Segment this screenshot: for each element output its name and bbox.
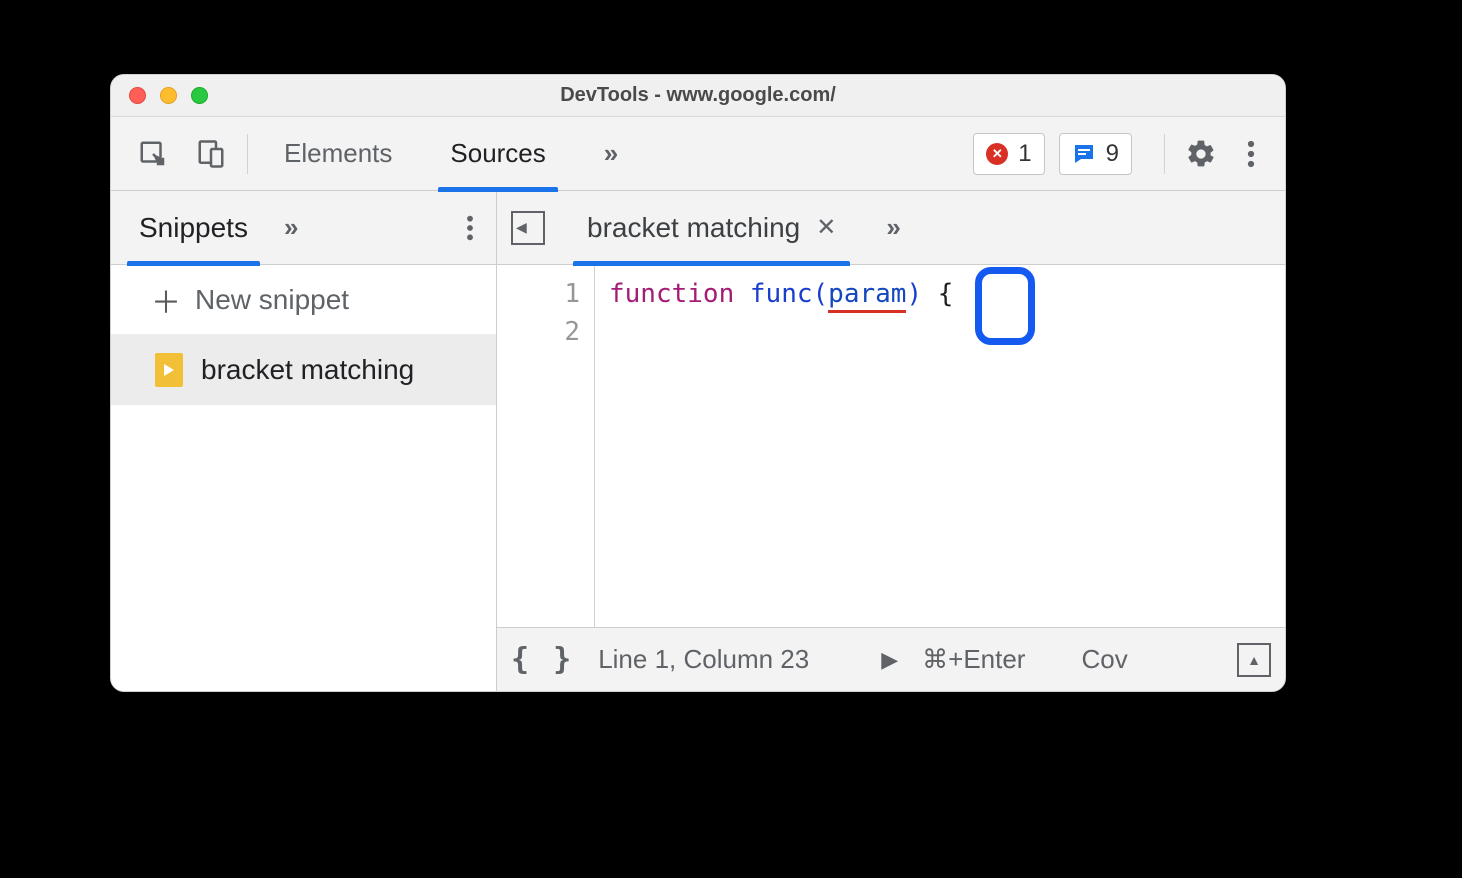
settings-icon[interactable] — [1183, 136, 1219, 172]
file-tab-label: bracket matching — [587, 212, 800, 244]
device-toolbar-icon[interactable] — [193, 136, 229, 172]
code-editor[interactable]: 1 2 function func(param) { — [497, 265, 1285, 627]
code-keyword: function — [609, 279, 734, 309]
devtools-window: DevTools - www.google.com/ Elements Sour… — [110, 74, 1286, 692]
line-number: 1 — [497, 275, 594, 313]
sidebar-tabs: Snippets » — [111, 191, 496, 265]
sidebar-more-icon[interactable] — [452, 210, 488, 246]
snippet-file-icon — [155, 353, 183, 387]
statusbar: { } Line 1, Column 23 ▶ ⌘+Enter Cov — [497, 627, 1285, 691]
titlebar: DevTools - www.google.com/ — [111, 75, 1285, 117]
code-brace: { — [938, 279, 954, 309]
errors-count: 1 — [1018, 140, 1031, 168]
main-toolbar: Elements Sources » 1 9 — [111, 117, 1285, 191]
file-tabs: bracket matching ✕ » — [497, 191, 1285, 265]
error-icon — [986, 143, 1008, 165]
snippet-item[interactable]: bracket matching — [111, 335, 496, 405]
run-shortcut: ⌘+Enter — [922, 644, 1025, 675]
close-tab-icon[interactable]: ✕ — [816, 213, 836, 242]
tab-sources[interactable]: Sources — [438, 117, 557, 191]
tabs-overflow[interactable]: » — [592, 117, 630, 191]
code-func-name: func — [750, 279, 813, 309]
toolbar-divider — [247, 134, 248, 174]
code-open-paren: ( — [813, 279, 829, 309]
show-drawer-icon[interactable] — [1237, 643, 1271, 677]
bracket-highlight — [975, 267, 1035, 345]
window-title: DevTools - www.google.com/ — [111, 84, 1285, 107]
snippet-item-label: bracket matching — [201, 354, 414, 386]
sidebar-tabs-overflow[interactable]: » — [284, 212, 298, 243]
file-tabs-overflow[interactable]: » — [886, 212, 900, 243]
zoom-window-button[interactable] — [191, 87, 208, 104]
plus-icon: ＋ — [151, 278, 181, 322]
message-icon — [1072, 142, 1096, 166]
code-param: param — [828, 279, 906, 313]
messages-count: 9 — [1106, 140, 1119, 168]
line-number: 2 — [497, 313, 594, 351]
code-content[interactable]: function func(param) { — [595, 265, 967, 627]
minimize-window-button[interactable] — [160, 87, 177, 104]
sidebar-tab-snippets[interactable]: Snippets — [131, 191, 256, 265]
new-snippet-label: New snippet — [195, 284, 349, 316]
errors-badge[interactable]: 1 — [973, 133, 1044, 175]
tab-elements[interactable]: Elements — [272, 117, 404, 191]
toolbar-divider-2 — [1164, 134, 1165, 174]
inspect-element-icon[interactable] — [135, 136, 171, 172]
new-snippet-button[interactable]: ＋ New snippet — [111, 265, 496, 335]
code-close-paren: ) — [906, 279, 922, 309]
more-icon[interactable] — [1233, 136, 1269, 172]
coverage-label[interactable]: Cov — [1081, 644, 1127, 675]
messages-badge[interactable]: 9 — [1059, 133, 1132, 175]
editor-pane: bracket matching ✕ » 1 2 function func(p… — [497, 191, 1285, 691]
pretty-print-icon[interactable]: { } — [511, 642, 574, 677]
sidebar: Snippets » ＋ New snippet bracket matchin… — [111, 191, 497, 691]
close-window-button[interactable] — [129, 87, 146, 104]
cursor-position: Line 1, Column 23 — [598, 644, 809, 675]
line-gutter: 1 2 — [497, 265, 595, 627]
run-snippet-icon[interactable]: ▶ — [881, 647, 898, 673]
file-tab[interactable]: bracket matching ✕ — [575, 191, 848, 265]
traffic-lights — [111, 87, 208, 104]
toggle-navigator-icon[interactable] — [511, 211, 545, 245]
